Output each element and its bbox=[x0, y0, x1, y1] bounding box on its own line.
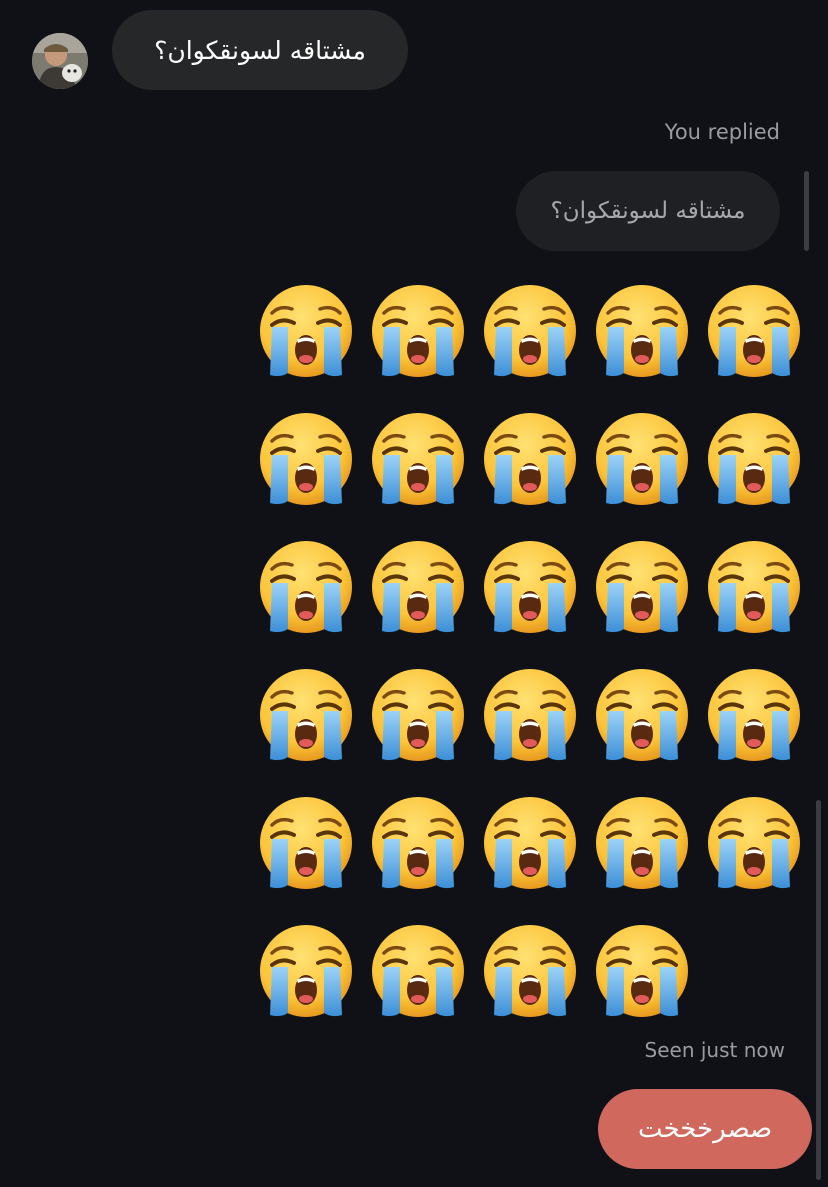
seen-status: Seen just now bbox=[644, 1038, 785, 1062]
loudly-crying-face-icon bbox=[706, 539, 802, 635]
loudly-crying-face-icon bbox=[706, 667, 802, 763]
loudly-crying-face-icon bbox=[370, 667, 466, 763]
loudly-crying-face-icon bbox=[706, 411, 802, 507]
loudly-crying-face-icon bbox=[482, 283, 578, 379]
loudly-crying-face-icon bbox=[258, 795, 354, 891]
reply-context-label: You replied bbox=[664, 120, 780, 144]
loudly-crying-face-icon bbox=[482, 411, 578, 507]
loudly-crying-face-icon bbox=[370, 283, 466, 379]
loudly-crying-face-icon bbox=[258, 923, 354, 1019]
loudly-crying-face-icon bbox=[594, 539, 690, 635]
loudly-crying-face-icon bbox=[594, 923, 690, 1019]
loudly-crying-face-icon bbox=[370, 923, 466, 1019]
loudly-crying-face-icon bbox=[706, 795, 802, 891]
loudly-crying-face-icon bbox=[482, 667, 578, 763]
loudly-crying-face-icon bbox=[594, 411, 690, 507]
chat-thread: مشتاقه لسونقكوان؟ You replied مشتاقه لسو… bbox=[0, 0, 828, 1187]
loudly-crying-face-icon bbox=[594, 667, 690, 763]
emoji-message[interactable] bbox=[258, 283, 806, 1019]
loudly-crying-face-icon bbox=[594, 283, 690, 379]
loudly-crying-face-icon bbox=[482, 539, 578, 635]
quoted-message-bubble[interactable]: مشتاقه لسونقكوان؟ bbox=[516, 171, 780, 251]
loudly-crying-face-icon bbox=[258, 283, 354, 379]
loudly-crying-face-icon bbox=[370, 539, 466, 635]
avatar[interactable] bbox=[32, 33, 88, 89]
loudly-crying-face-icon bbox=[482, 795, 578, 891]
incoming-message-bubble[interactable]: مشتاقه لسونقكوان؟ bbox=[112, 10, 408, 90]
scrollbar[interactable] bbox=[816, 800, 821, 1180]
loudly-crying-face-icon bbox=[594, 795, 690, 891]
loudly-crying-face-icon bbox=[706, 283, 802, 379]
avatar-photo-icon bbox=[32, 33, 88, 89]
outgoing-message-bubble[interactable]: صصرخخخت bbox=[598, 1089, 812, 1169]
loudly-crying-face-icon bbox=[370, 795, 466, 891]
loudly-crying-face-icon bbox=[258, 411, 354, 507]
loudly-crying-face-icon bbox=[258, 539, 354, 635]
reply-quote-bar bbox=[804, 171, 809, 251]
loudly-crying-face-icon bbox=[370, 411, 466, 507]
loudly-crying-face-icon bbox=[258, 667, 354, 763]
loudly-crying-face-icon bbox=[482, 923, 578, 1019]
